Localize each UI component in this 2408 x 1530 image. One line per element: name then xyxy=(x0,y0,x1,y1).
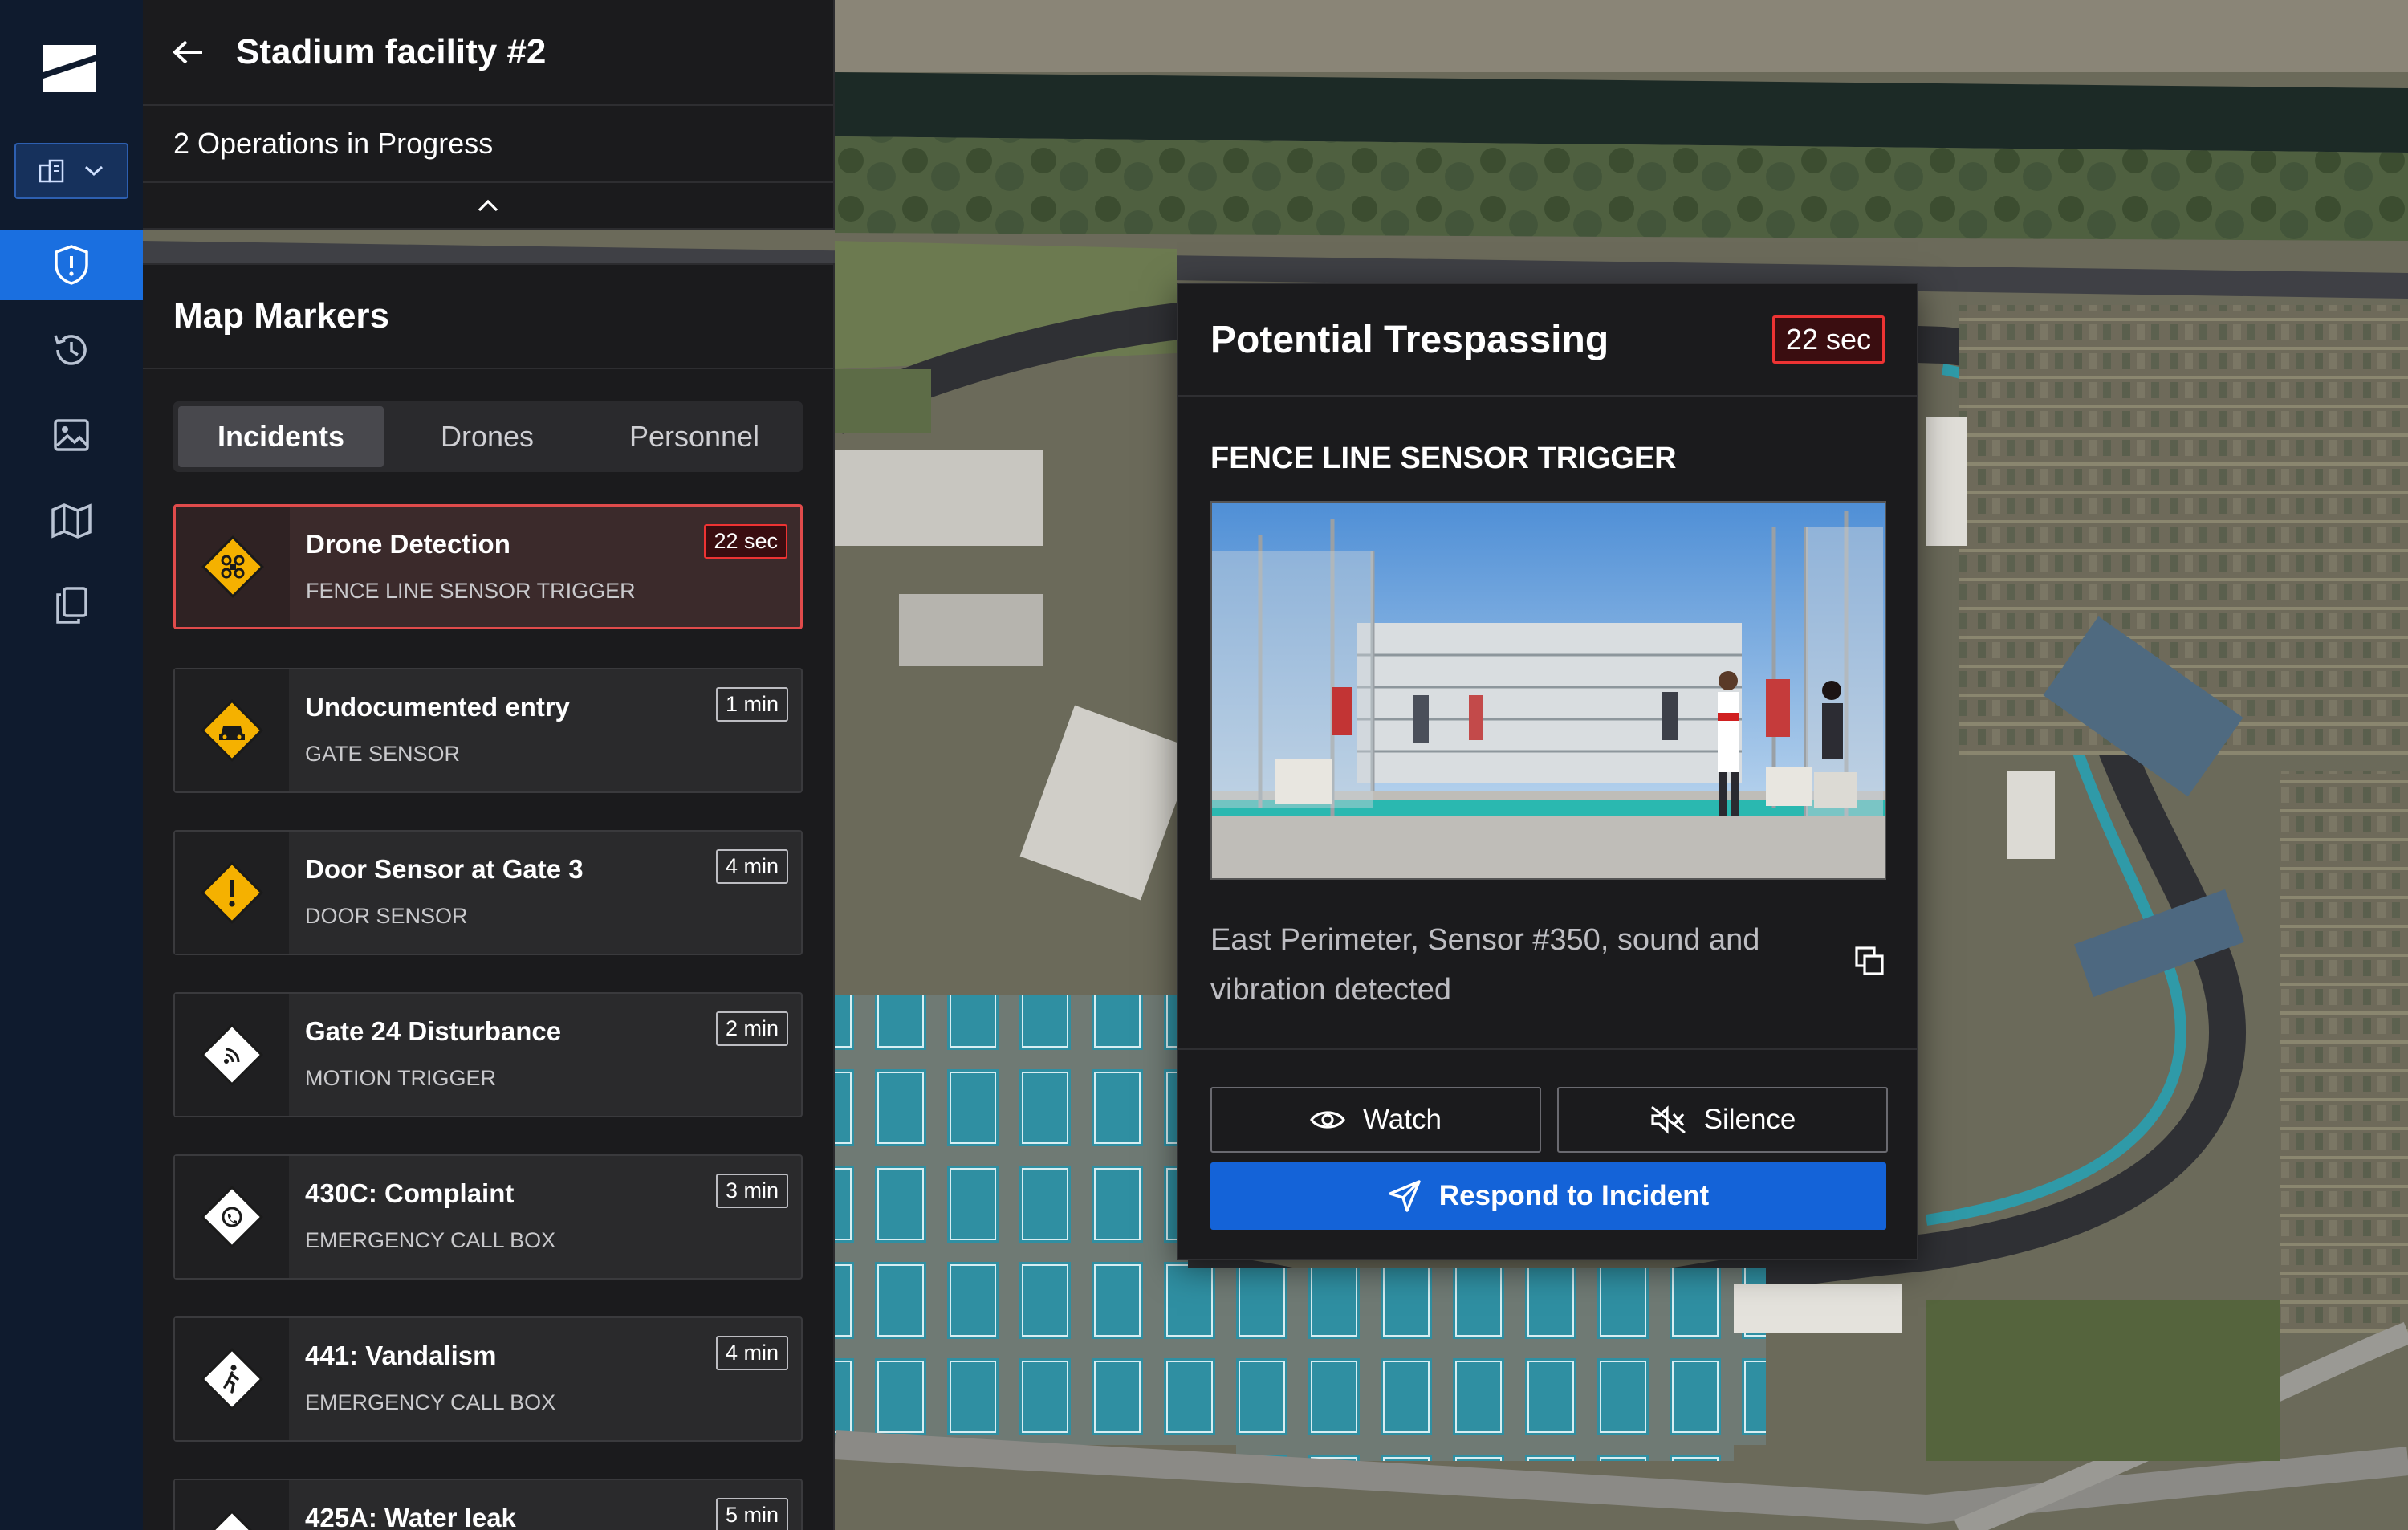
alert-description: East Perimeter, Sensor #350, sound and v… xyxy=(1210,923,1760,1007)
operations-summary[interactable]: 2 Operations in Progress xyxy=(143,106,833,183)
incident-source: EMERGENCY CALL BOX xyxy=(305,1390,556,1414)
incident-source: DOOR SENSOR xyxy=(305,904,468,928)
send-icon xyxy=(1389,1180,1421,1212)
alert-source-heading: FENCE LINE SENSOR TRIGGER xyxy=(1210,442,1677,475)
car-icon xyxy=(201,699,263,762)
incident-card[interactable]: 441: Vandalism EMERGENCY CALL BOX 4 min xyxy=(173,1316,803,1442)
respond-label: Respond to Incident xyxy=(1438,1180,1710,1211)
mute-icon xyxy=(1650,1105,1686,1134)
signal-icon xyxy=(201,1023,263,1086)
shield-alert-icon xyxy=(55,245,88,285)
building-icon xyxy=(39,159,64,183)
nav-reports[interactable] xyxy=(0,570,143,641)
logo-icon xyxy=(43,45,96,92)
chevron-up-icon xyxy=(478,199,498,212)
alert-title: Potential Trespassing xyxy=(1210,318,1609,361)
nav-history[interactable] xyxy=(0,315,143,385)
markers-title: Map Markers xyxy=(143,265,833,369)
map-markers-panel: Map Markers Incidents Drones Personnel D… xyxy=(143,263,835,1530)
history-icon xyxy=(54,335,87,365)
nav-map[interactable] xyxy=(0,485,143,555)
tab-personnel[interactable]: Personnel xyxy=(591,406,798,467)
drone-icon xyxy=(201,535,264,598)
incident-card[interactable]: Gate 24 Disturbance MOTION TRIGGER 2 min xyxy=(173,992,803,1117)
incident-card[interactable]: 430C: Complaint EMERGENCY CALL BOX 3 min xyxy=(173,1154,803,1280)
exclamation-icon xyxy=(201,861,263,924)
copy-button[interactable] xyxy=(1854,946,1885,980)
silence-label: Silence xyxy=(1703,1104,1796,1135)
collapse-toggle[interactable] xyxy=(143,183,833,228)
respond-button[interactable]: Respond to Incident xyxy=(1210,1162,1886,1230)
person-icon xyxy=(201,1348,263,1410)
operations-panel: Stadium facility #2 2 Operations in Prog… xyxy=(143,0,835,230)
snapshot-image xyxy=(1212,503,1885,878)
marker-tabs: Incidents Drones Personnel xyxy=(173,401,803,472)
silence-button[interactable]: Silence xyxy=(1557,1087,1888,1153)
facility-title: Stadium facility #2 xyxy=(236,32,547,71)
eye-icon xyxy=(1310,1111,1345,1129)
back-arrow-icon[interactable] xyxy=(172,39,204,66)
tab-drones[interactable]: Drones xyxy=(384,406,591,467)
alert-timer-badge: 22 sec xyxy=(1771,315,1885,364)
incident-detail-card: Potential Trespassing 22 sec FENCE LINE … xyxy=(1177,283,1918,1260)
camera-snapshot[interactable] xyxy=(1210,501,1886,880)
incident-time-badge: 1 min xyxy=(715,687,788,722)
watch-button[interactable]: Watch xyxy=(1210,1087,1541,1153)
nav-incidents[interactable] xyxy=(0,230,143,300)
tab-incidents[interactable]: Incidents xyxy=(178,406,384,467)
water-icon xyxy=(201,1510,263,1530)
alert-header: Potential Trespassing 22 sec xyxy=(1178,284,1917,397)
incident-card[interactable]: Undocumented entry GATE SENSOR 1 min xyxy=(173,668,803,793)
incident-source: MOTION TRIGGER xyxy=(305,1066,497,1090)
phone-icon xyxy=(201,1186,263,1248)
incident-time-badge: 3 min xyxy=(715,1174,788,1208)
incident-time-badge: 22 sec xyxy=(704,524,787,559)
app-logo[interactable] xyxy=(40,40,100,96)
nav-media[interactable] xyxy=(0,400,143,470)
incident-source: FENCE LINE SENSOR TRIGGER xyxy=(306,579,636,603)
watch-label: Watch xyxy=(1363,1104,1442,1135)
incident-source: GATE SENSOR xyxy=(305,742,461,766)
incident-time-badge: 2 min xyxy=(715,1011,788,1046)
map-icon xyxy=(51,503,92,539)
copy-icon xyxy=(1855,946,1884,975)
incident-card[interactable]: Drone Detection FENCE LINE SENSOR TRIGGE… xyxy=(173,504,803,629)
incident-time-badge: 5 min xyxy=(715,1498,788,1530)
incident-time-badge: 4 min xyxy=(715,849,788,884)
incident-source: EMERGENCY CALL BOX xyxy=(305,1228,556,1252)
incident-card[interactable]: Door Sensor at Gate 3 DOOR SENSOR 4 min xyxy=(173,830,803,955)
image-icon xyxy=(54,419,89,451)
left-nav-rail xyxy=(0,0,143,1530)
documents-icon xyxy=(56,587,87,624)
incident-card[interactable]: 425A: Water leak 5 min xyxy=(173,1479,803,1530)
divider xyxy=(1178,1048,1917,1050)
operations-header: Stadium facility #2 xyxy=(143,0,833,106)
incident-time-badge: 4 min xyxy=(715,1336,788,1370)
site-selector[interactable] xyxy=(14,143,128,199)
chevron-down-icon xyxy=(84,165,104,177)
